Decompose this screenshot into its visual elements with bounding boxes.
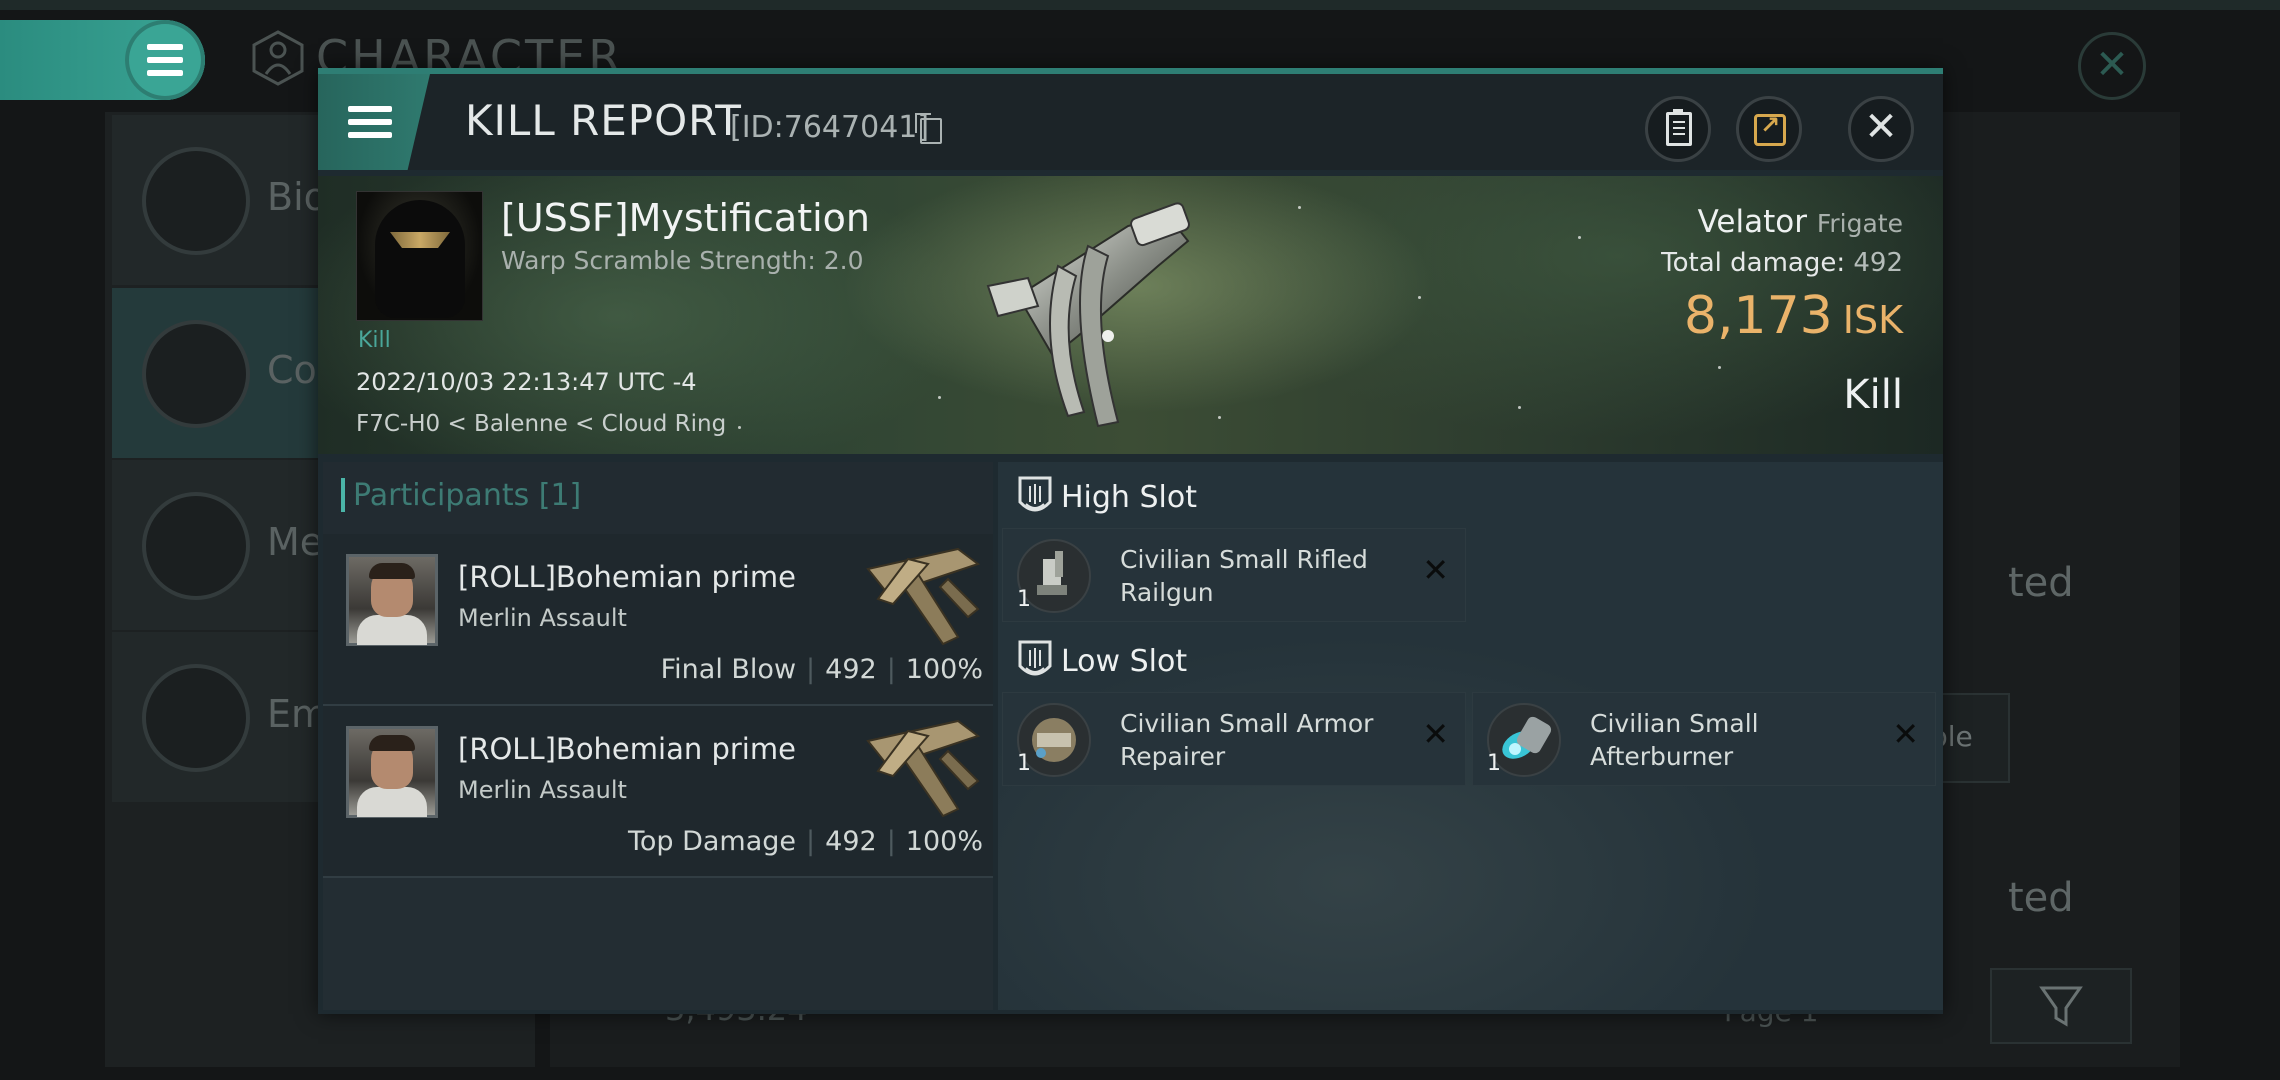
module-name: Civilian Small Armor Repairer	[1120, 709, 1374, 771]
participants-title: Participants [1]	[353, 478, 582, 513]
participant-row[interactable]: [ROLL]Bohemian prime Merlin Assault Fina…	[323, 534, 993, 706]
isk-amount: 8,173	[1683, 286, 1833, 346]
module-item[interactable]: 1 Civilian Small Rifled Railgun ✕	[1002, 528, 1466, 622]
hamburger-icon	[348, 106, 392, 138]
participants-panel: Participants [1] [ROLL]Bohemian prime Me…	[323, 462, 993, 1010]
victim-portrait[interactable]	[356, 191, 483, 321]
victim-name[interactable]: [USSF]Mystification	[501, 196, 870, 240]
merlin-ship-image	[866, 719, 981, 818]
participant-name: [ROLL]Bohemian prime	[458, 732, 796, 766]
sidebar-item-label: Co	[267, 348, 317, 392]
destroyed-icon: ✕	[1892, 715, 1919, 753]
fittings-panel: High Slot 1 Civilian Small Rifled Railgu…	[998, 462, 1943, 1010]
top-accent-bar	[0, 0, 2280, 10]
result-label: Kill	[1843, 372, 1903, 418]
clipboard-button[interactable]	[1645, 96, 1711, 162]
total-damage: Total damage: 492	[1661, 248, 1903, 278]
kill-timestamp: 2022/10/03 22:13:47 UTC -4	[356, 368, 697, 396]
sidebar-item-label: Me	[267, 520, 324, 564]
module-quantity: 1	[1487, 751, 1501, 776]
isk-value: 8,173 ISK	[1684, 286, 1903, 346]
participant-damage: 492	[825, 654, 877, 685]
total-damage-label: Total damage:	[1661, 248, 1846, 278]
report-id: [ID:7647041]	[730, 110, 930, 145]
destroyed-icon: ✕	[1422, 551, 1449, 589]
participant-role: Final Blow	[660, 654, 797, 685]
crossed-swords-icon	[142, 320, 250, 428]
participant-avatar[interactable]	[346, 726, 438, 818]
isk-unit: ISK	[1842, 298, 1903, 342]
modal-header: KILL REPORT [ID:7647041] ✕	[318, 74, 1943, 170]
high-slot-title: High Slot	[1061, 480, 1197, 515]
module-item[interactable]: 1 Civilian Small Armor Repairer ✕	[1002, 692, 1466, 786]
warp-scramble-strength: Warp Scramble Strength: 2.0	[501, 246, 864, 275]
close-button[interactable]: ✕	[1848, 96, 1914, 162]
participant-ship: Merlin Assault	[458, 776, 627, 804]
participant-row[interactable]: [ROLL]Bohemian prime Merlin Assault Top …	[323, 706, 993, 878]
star-emblem-icon	[142, 664, 250, 772]
modal-title: KILL REPORT	[465, 96, 742, 145]
kill-banner: [USSF]Mystification Warp Scramble Streng…	[318, 176, 1943, 454]
high-slot-icon	[1018, 476, 1052, 512]
share-button[interactable]	[1736, 96, 1802, 162]
share-icon	[1754, 111, 1786, 146]
filter-icon	[2039, 986, 2083, 1027]
participant-stats: Final Blow | 492 | 100%	[660, 654, 983, 685]
hamburger-icon	[147, 44, 183, 76]
module-quantity: 1	[1017, 587, 1031, 612]
main-menu-button[interactable]	[0, 20, 205, 100]
ship-class: Frigate	[1816, 209, 1903, 238]
close-icon: ✕	[1864, 104, 1898, 150]
kill-tag: Kill	[358, 328, 391, 353]
velator-ship-image	[986, 202, 1190, 428]
clipboard-icon	[1666, 109, 1692, 146]
modal-menu-button[interactable]	[318, 74, 430, 170]
victim-ship: Velator Frigate	[1698, 204, 1903, 240]
participant-percent: 100%	[905, 654, 983, 685]
background-close-button[interactable]: ✕	[2078, 32, 2146, 100]
participant-stats: Top Damage | 492 | 100%	[627, 826, 983, 857]
participant-avatar[interactable]	[346, 554, 438, 646]
low-slot-title: Low Slot	[1061, 644, 1188, 679]
menu-circle	[125, 20, 205, 100]
module-quantity: 1	[1017, 751, 1031, 776]
low-slot-header: Low Slot	[998, 632, 1943, 690]
background-text: ted	[2008, 560, 2074, 606]
total-damage-value: 492	[1853, 248, 1903, 278]
merlin-ship-image	[866, 547, 981, 646]
module-name: Civilian Small Afterburner	[1590, 709, 1759, 771]
module-name: Civilian Small Rifled Railgun	[1120, 545, 1368, 607]
module-item[interactable]: 1 Civilian Small Afterburner ✕	[1472, 692, 1936, 786]
ship-name: Velator	[1697, 204, 1807, 240]
copy-icon[interactable]	[915, 113, 942, 144]
star-badge-icon	[142, 492, 250, 600]
participant-ship: Merlin Assault	[458, 604, 627, 632]
participants-header: Participants [1]	[323, 462, 993, 535]
destroyed-icon: ✕	[1422, 715, 1449, 753]
bio-icon	[142, 147, 250, 255]
participant-role: Top Damage	[627, 826, 797, 857]
kill-location[interactable]: F7C-H0 < Balenne < Cloud Ring	[356, 411, 726, 437]
character-icon	[252, 30, 304, 86]
participant-damage: 492	[825, 826, 877, 857]
participant-name: [ROLL]Bohemian prime	[458, 560, 796, 594]
participant-percent: 100%	[905, 826, 983, 857]
background-text: ted	[2008, 875, 2074, 921]
high-slot-header: High Slot	[998, 468, 1943, 526]
kill-report-modal: KILL REPORT [ID:7647041] ✕ [USSF]Mystifi…	[318, 68, 1943, 1014]
low-slot-icon	[1018, 640, 1052, 676]
filter-button[interactable]	[1990, 968, 2132, 1044]
